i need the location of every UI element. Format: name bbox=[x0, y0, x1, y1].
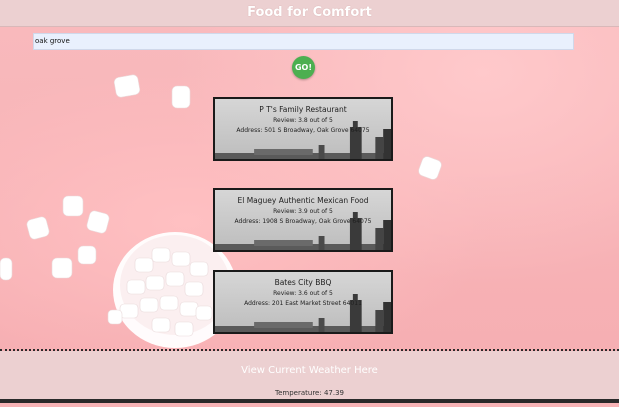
restaurant-card[interactable]: P T's Family Restaurant Review: 3.8 out … bbox=[213, 97, 393, 161]
city-skyline-image bbox=[215, 212, 391, 250]
restaurant-name: Bates City BBQ bbox=[274, 278, 332, 287]
city-skyline-image bbox=[215, 294, 391, 332]
view-weather-link[interactable]: View Current Weather Here bbox=[0, 365, 619, 376]
restaurant-card[interactable]: El Maguey Authentic Mexican Food Review:… bbox=[213, 188, 393, 252]
site-title: Food for Comfort bbox=[247, 5, 372, 20]
restaurant-name: P T's Family Restaurant bbox=[259, 105, 347, 114]
temperature-readout: Temperature: 47.39 bbox=[275, 389, 344, 397]
restaurant-address: Address: 501 S Broadway, Oak Grove 64075 bbox=[236, 127, 370, 134]
search-input[interactable]: oak grove bbox=[33, 33, 574, 50]
go-button[interactable]: GO! bbox=[292, 56, 315, 79]
restaurant-address: Address: 201 East Market Street 64011 bbox=[244, 300, 362, 307]
restaurant-review: Review: 3.6 out of 5 bbox=[273, 290, 333, 297]
restaurant-card[interactable]: Bates City BBQ Review: 3.6 out of 5 Addr… bbox=[213, 270, 393, 334]
os-taskbar bbox=[0, 399, 619, 403]
site-header: Food for Comfort bbox=[0, 0, 619, 27]
restaurant-review: Review: 3.8 out of 5 bbox=[273, 117, 333, 124]
restaurant-review: Review: 3.9 out of 5 bbox=[273, 208, 333, 215]
restaurant-address: Address: 1908 S Broadway, Oak Grove 6407… bbox=[234, 218, 372, 225]
city-skyline-image bbox=[215, 121, 391, 159]
restaurant-name: El Maguey Authentic Mexican Food bbox=[237, 196, 369, 205]
